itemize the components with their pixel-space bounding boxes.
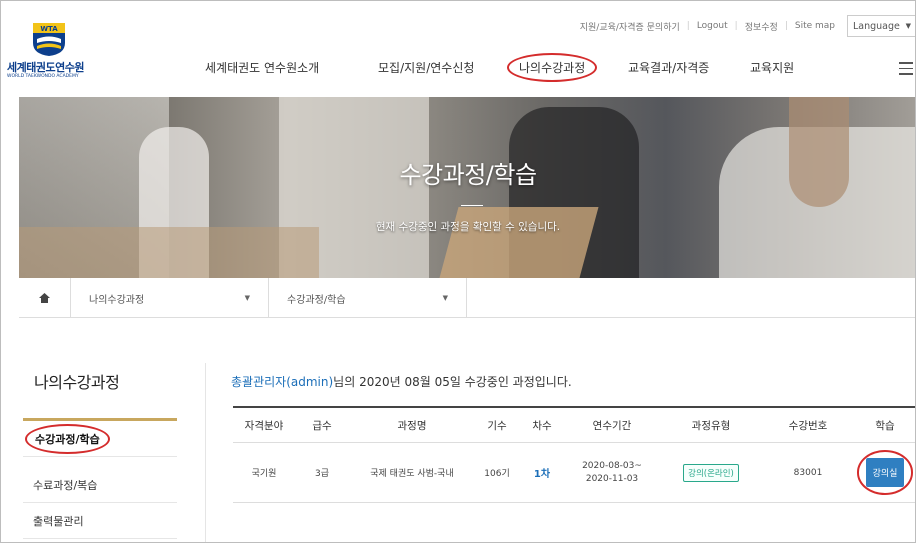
language-label: Language <box>853 20 900 32</box>
table-header-cell: 급수 <box>312 419 332 432</box>
banner-title: 수강과정/학습 <box>399 161 537 189</box>
table-header-cell: 기수 <box>487 419 507 432</box>
table-row: 국기원 3급 국제 태권도 사범-국내 106기 1차 2020-08-03~ … <box>233 443 915 503</box>
table-header-cell: 과정명 <box>397 419 427 432</box>
cell-field: 국기원 <box>251 469 277 479</box>
utility-separator: | <box>686 21 690 31</box>
breadcrumb-level1-label: 나의수강과정 <box>89 294 145 306</box>
table-header-cell: 학습 <box>875 419 895 432</box>
intro-user-name: 총괄관리자(admin) <box>231 375 334 389</box>
sidebar-divider <box>205 363 206 542</box>
banner-photo-shape <box>439 207 599 278</box>
table-header-cell: 수강번호 <box>788 419 828 432</box>
table-header-cell: 연수기간 <box>592 419 632 432</box>
utility-inquiry-link[interactable]: 지원/교육/자격증 문의하기 <box>580 20 680 33</box>
home-icon <box>39 293 50 303</box>
cell-grade: 3급 <box>314 469 329 479</box>
course-type-badge: 강의(온라인) <box>683 463 739 482</box>
utility-logout-link[interactable]: Logout <box>697 21 728 31</box>
cell-period: 2020-08-03~ 2020-11-03 <box>565 443 659 502</box>
sidebar-item-label: 수강과정/학습 <box>25 423 110 454</box>
utility-profile-link[interactable]: 정보수정 <box>745 20 778 33</box>
page-frame: WTA 세계태권도연수원 WORLD TAEKWONDO ACADEMY 지원/… <box>0 0 916 543</box>
table-header-cell: 과정유형 <box>691 419 731 432</box>
utility-sitemap-link[interactable]: Site map <box>795 21 835 31</box>
chevron-down-icon: ▼ <box>244 294 250 302</box>
highlight-circle: 강의실 <box>856 450 914 495</box>
main-navigation: 세계태권도 연수원소개 모집/지원/연수신청 나의수강과정 교육결과/자격증 교… <box>1 53 915 82</box>
sidebar-item-completed-courses[interactable]: 수료과정/복습 <box>23 467 177 503</box>
nav-item-support[interactable]: 교육지원 <box>750 59 794 76</box>
breadcrumb-level1-select[interactable]: 나의수강과정 ▼ <box>71 278 269 318</box>
nav-item-my-courses[interactable]: 나의수강과정 <box>507 53 598 82</box>
sidebar-item-label: 수료과정/복습 <box>33 478 98 492</box>
utility-menu: 지원/교육/자격증 문의하기 | Logout | 정보수정 | Site ma… <box>580 15 915 37</box>
period-end: 2020-11-03 <box>585 473 639 484</box>
intro-text: 총괄관리자(admin)님의 2020년 08월 05일 수강중인 과정입니다. <box>231 373 572 390</box>
cell-type: 강의(온라인) <box>659 443 763 502</box>
site-header: WTA 세계태권도연수원 WORLD TAEKWONDO ACADEMY 지원/… <box>1 1 915 93</box>
hamburger-menu-icon[interactable] <box>899 62 913 75</box>
banner-photo-shape <box>19 227 319 278</box>
cell-course: 국제 태권도 사범-국내 <box>370 469 454 479</box>
banner-photo-shape <box>789 97 849 207</box>
home-button[interactable] <box>19 278 71 318</box>
sidebar-item-current-courses[interactable]: 수강과정/학습 <box>23 421 177 457</box>
cell-number: 83001 <box>793 467 823 478</box>
table-header-row: 자격분야 급수 과정명 기수 차수 연수기간 과정유형 수강번호 학습 <box>233 406 915 443</box>
banner-divider <box>461 205 483 206</box>
breadcrumb: 나의수강과정 ▼ 수강과정/학습 ▼ <box>19 278 915 318</box>
nav-item-about[interactable]: 세계태권도 연수원소개 <box>205 59 319 76</box>
table-header-cell: 자격분야 <box>244 419 284 432</box>
breadcrumb-level2-label: 수강과정/학습 <box>287 294 346 306</box>
intro-message: 님의 2020년 08월 05일 수강중인 과정입니다. <box>333 375 572 389</box>
chevron-down-icon: ▼ <box>442 294 448 302</box>
sidebar-item-label: 출력물관리 <box>33 514 84 528</box>
classroom-button[interactable]: 강의실 <box>865 458 905 487</box>
hero-banner: 수강과정/학습 현재 수강중인 과정을 확인할 수 있습니다. <box>19 97 915 278</box>
cell-term: 106기 <box>484 469 510 479</box>
cell-round-link[interactable]: 1차 <box>519 443 565 502</box>
table-header-cell: 차수 <box>532 419 552 432</box>
chevron-down-icon: ▼ <box>905 22 911 30</box>
nav-item-results[interactable]: 교육결과/자격증 <box>628 59 709 76</box>
nav-item-apply[interactable]: 모집/지원/연수신청 <box>378 59 474 76</box>
logo-badge-text: WTA <box>40 25 58 33</box>
sidebar-item-printouts[interactable]: 출력물관리 <box>23 503 177 539</box>
banner-subtitle: 현재 수강중인 과정을 확인할 수 있습니다. <box>375 221 561 233</box>
utility-separator: | <box>784 21 788 31</box>
language-select[interactable]: Language ▼ <box>847 15 915 37</box>
period-start: 2020-08-03~ <box>582 461 642 472</box>
breadcrumb-level2-select[interactable]: 수강과정/학습 ▼ <box>269 278 467 318</box>
utility-separator: | <box>734 21 738 31</box>
cell-action: 강의실 <box>853 443 915 502</box>
wta-emblem-icon: WTA <box>33 23 65 56</box>
sidebar-title: 나의수강과정 <box>34 373 120 392</box>
